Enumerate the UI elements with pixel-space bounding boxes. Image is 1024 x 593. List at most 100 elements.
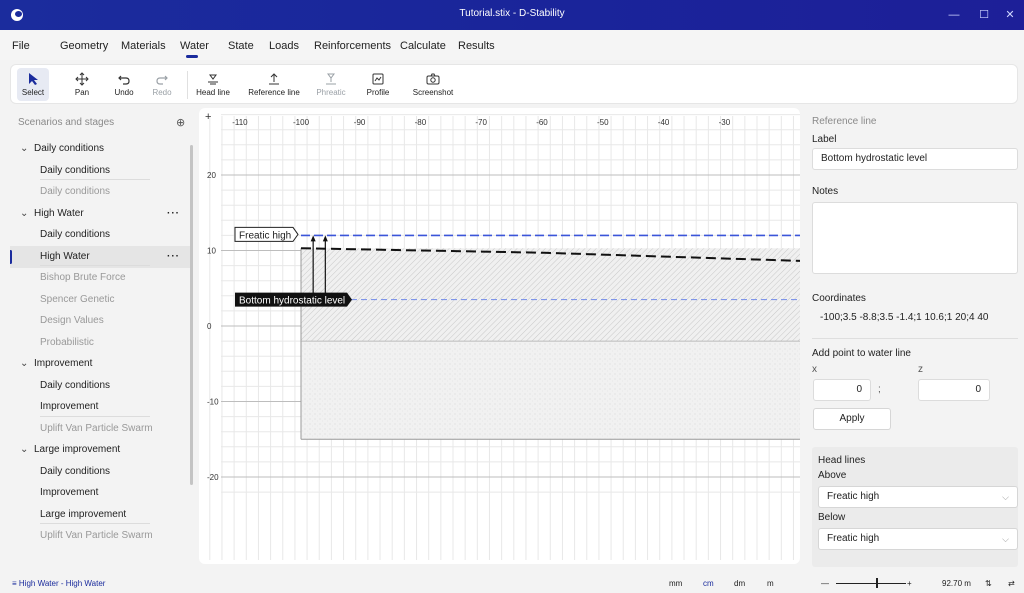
tree-divider: [40, 415, 150, 417]
calculation-item[interactable]: Uplift Van Particle Swarm: [10, 525, 190, 547]
profile-button[interactable]: Profile: [363, 68, 393, 101]
geometry-canvas[interactable]: Freatic high Bottom hydrostatic level -110…: [199, 108, 800, 564]
calculation-item[interactable]: Bishop Brute Force: [10, 267, 190, 289]
x-tick-label: -110: [232, 118, 248, 127]
menu-results[interactable]: Results: [458, 40, 495, 52]
below-select[interactable]: Freatic high ⌵: [818, 528, 1018, 550]
tree-divider: [40, 265, 150, 266]
head-line-button[interactable]: Head line: [193, 68, 233, 101]
active-stage-label: High Water - High Water: [18, 579, 106, 588]
maximize-button[interactable]: ☐: [974, 6, 994, 24]
tree-item-label: Large improvement: [34, 444, 121, 455]
chevron-down-icon[interactable]: ⌄: [20, 203, 34, 225]
stage-item[interactable]: Improvement: [10, 482, 190, 504]
x-input[interactable]: 0: [813, 379, 871, 401]
close-button[interactable]: ✕: [1000, 6, 1020, 24]
redo-button[interactable]: Redo: [147, 68, 177, 101]
menu-loads[interactable]: Loads: [269, 40, 299, 52]
unit-cm[interactable]: cm: [703, 579, 714, 588]
undo-button[interactable]: Undo: [109, 68, 139, 101]
unit-dm[interactable]: dm: [734, 579, 745, 588]
menu-reinforcements[interactable]: Reinforcements: [314, 40, 391, 52]
above-select-value: Freatic high: [827, 491, 880, 502]
y-tick-label: -20: [207, 473, 219, 482]
menu-file[interactable]: File: [12, 40, 30, 52]
pan-tool-button[interactable]: Pan: [67, 68, 97, 101]
y-tick-label: 0: [207, 322, 212, 331]
unit-m[interactable]: m: [767, 579, 774, 588]
tree-item-label: Improvement: [40, 401, 99, 412]
scenarios-scrollbar[interactable]: [190, 145, 193, 485]
notes-textarea[interactable]: [812, 202, 1018, 274]
label-input[interactable]: Bottom hydrostatic level: [812, 148, 1018, 170]
screenshot-button[interactable]: Screenshot: [409, 68, 457, 101]
calculation-item[interactable]: Spencer Genetic: [10, 289, 190, 311]
unit-mm[interactable]: mm: [669, 579, 682, 588]
calculation-item[interactable]: Daily conditions: [10, 181, 190, 203]
chevron-down-icon[interactable]: ⌄: [20, 353, 34, 375]
x-tick-label: -100: [293, 118, 310, 127]
menu-calculate[interactable]: Calculate: [400, 40, 446, 52]
calculation-item[interactable]: Uplift Van Particle Swarm: [10, 418, 190, 440]
z-caption: z: [918, 364, 923, 375]
selection-marker: [10, 249, 12, 264]
zoom-in-button[interactable]: +: [907, 579, 912, 588]
menu-water[interactable]: Water: [180, 40, 209, 52]
tree-divider: [40, 179, 150, 180]
menu-geometry[interactable]: Geometry: [60, 40, 108, 52]
scenario-item[interactable]: ⌄ Daily conditions: [10, 138, 190, 160]
z-input[interactable]: 0: [918, 379, 990, 401]
menu-materials[interactable]: Materials: [121, 40, 166, 52]
menu-state[interactable]: State: [228, 40, 254, 52]
add-scenario-icon[interactable]: ⊕: [176, 116, 185, 129]
minimize-button[interactable]: —: [944, 6, 964, 24]
calculation-item[interactable]: Design Values: [10, 310, 190, 332]
zoom-slider-thumb[interactable]: [876, 578, 878, 588]
profile-label: Profile: [366, 88, 390, 97]
y-tick-label: 10: [207, 247, 216, 256]
tree-item-label: Large improvement: [40, 508, 127, 520]
y-tick-label: -10: [207, 398, 219, 407]
head-line-label: Head line: [196, 88, 230, 97]
cursor-icon: [29, 73, 38, 85]
chevron-down-icon[interactable]: ⌄: [20, 138, 34, 160]
freatic-high-tag: Freatic high: [234, 226, 299, 242]
more-options-icon[interactable]: ···: [167, 203, 180, 225]
above-select[interactable]: Freatic high ⌵: [818, 486, 1018, 508]
soil-layer-bottom: [301, 341, 800, 440]
scenario-item[interactable]: ⌄ High Water ···: [10, 203, 190, 225]
scenario-item[interactable]: ⌄ Improvement: [10, 353, 190, 375]
coordinates-value[interactable]: -100;3.5 -8.8;3.5 -1.4;1 10.6;1 20;4 40: [820, 312, 1018, 323]
zoom-slider[interactable]: [836, 583, 906, 584]
active-stage-status[interactable]: ≡ High Water - High Water: [12, 579, 105, 588]
canvas-plot[interactable]: Freatic high Bottom hydrostatic level -110…: [199, 108, 800, 564]
redo-icon: [156, 75, 168, 85]
scenario-item[interactable]: ⌄ Large improvement: [10, 439, 190, 461]
chevron-down-icon: ⌵: [1002, 492, 1009, 502]
head-lines-section: Head lines Above Freatic high ⌵ Below Fr…: [812, 447, 1018, 567]
head-arrow-tip: [310, 235, 316, 242]
select-tool-button[interactable]: Select: [17, 68, 49, 101]
sort-icon[interactable]: ⇅: [985, 579, 992, 588]
reference-line-button[interactable]: Reference line: [241, 68, 307, 101]
stage-item[interactable]: Daily conditions: [10, 375, 190, 397]
stage-item[interactable]: Daily conditions: [10, 224, 190, 246]
swap-icon[interactable]: ⇄: [1008, 579, 1015, 588]
soil-layer-middle: [301, 299, 800, 342]
stage-item[interactable]: Daily conditions: [10, 461, 190, 483]
tree-divider: [40, 523, 150, 524]
redo-label: Redo: [152, 88, 172, 97]
bottom-hydrostatic-tag: Bottom hydrostatic level: [235, 292, 352, 307]
phreatic-button[interactable]: Phreatic: [313, 68, 349, 101]
scenarios-header: Scenarios and stages: [18, 117, 115, 128]
phreatic-icon: [326, 73, 336, 85]
add-point-caption: Add point to water line: [812, 348, 911, 359]
chevron-down-icon[interactable]: ⌄: [20, 439, 34, 461]
calculation-item[interactable]: Probabilistic: [10, 332, 190, 354]
x-tick-label: -30: [719, 118, 731, 127]
more-options-icon[interactable]: ···: [167, 246, 180, 268]
zoom-out-button[interactable]: —: [821, 579, 829, 588]
menu-bar: File Geometry Materials Water State Load…: [0, 30, 1024, 60]
above-caption: Above: [818, 470, 847, 481]
apply-button[interactable]: Apply: [813, 408, 891, 430]
